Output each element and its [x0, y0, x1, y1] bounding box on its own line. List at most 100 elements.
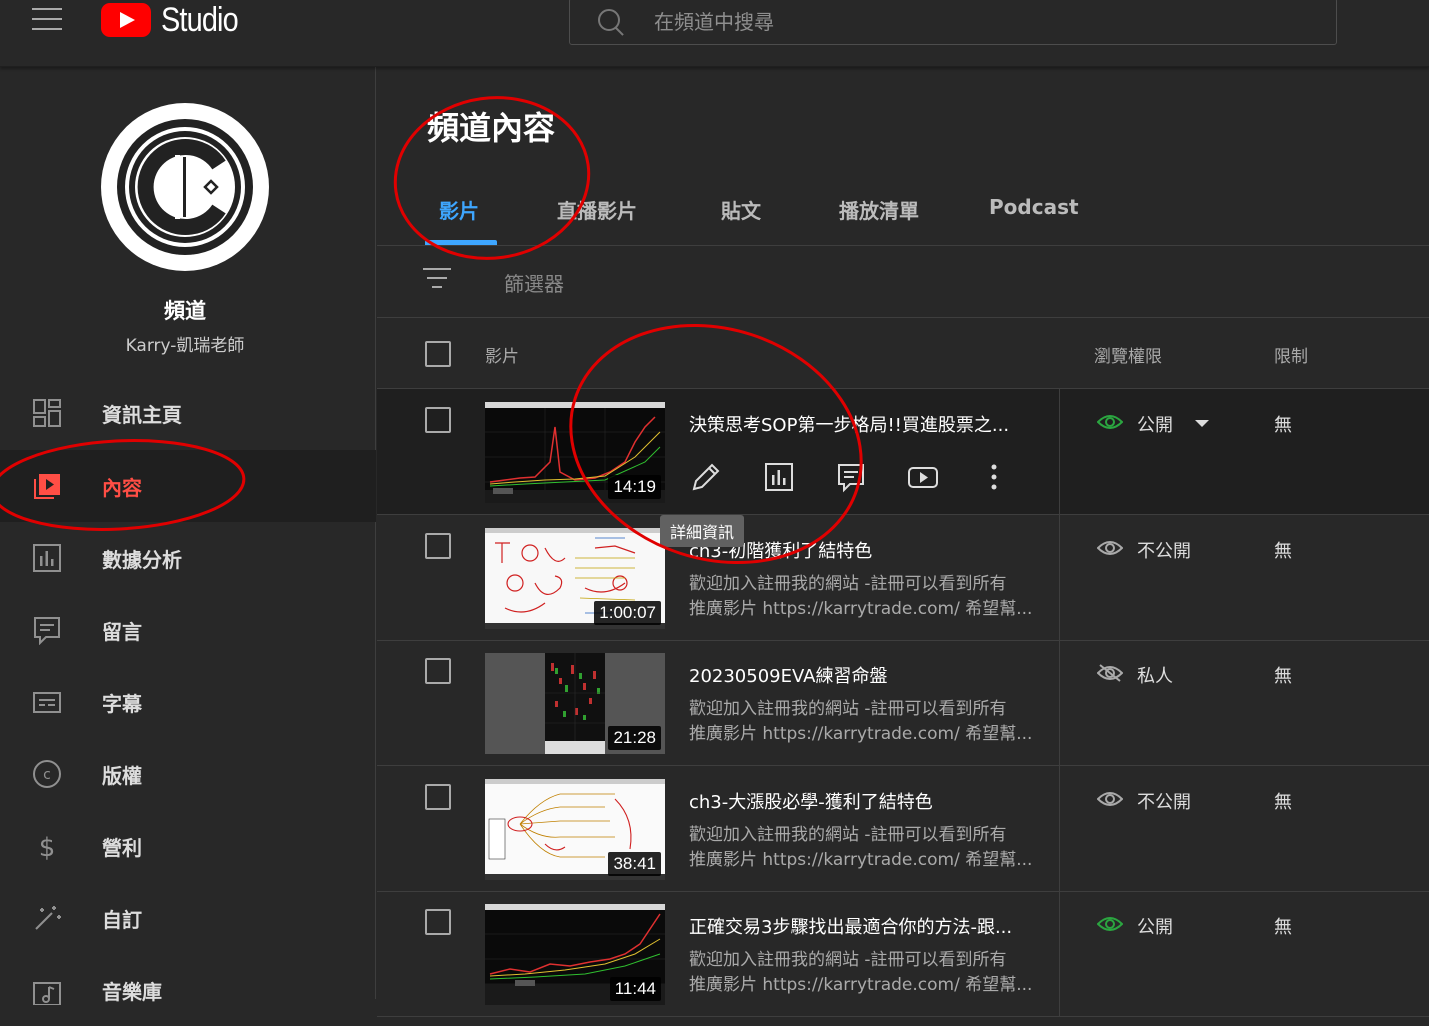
video-title[interactable]: ch3-大漲股必學-獲利了結特色 — [689, 788, 1034, 814]
unlisted-eye-icon — [1097, 541, 1123, 555]
search-input[interactable] — [654, 9, 1254, 34]
video-description-line2: 推廣影片 https://karrytrade.com/ 希望幫... — [689, 599, 1033, 619]
sidebar: 頻道 Karry-凱瑞老師 資訊主頁 內容 數據分析 留言 字幕 c 版權 $ … — [0, 67, 376, 1005]
select-all-checkbox[interactable] — [425, 341, 451, 367]
video-title[interactable]: 正確交易3步驟找出最適合你的方法-跟... — [689, 913, 1034, 939]
video-description-line2: 推廣影片 https://karrytrade.com/ 希望幫... — [689, 850, 1033, 870]
page-title: 頻道內容 — [427, 109, 556, 147]
visibility-status[interactable]: 公開 — [1137, 913, 1173, 939]
visibility-status[interactable]: 不公開 — [1137, 788, 1191, 814]
video-thumbnail[interactable]: 14:19 — [485, 402, 665, 503]
sidebar-item-subtitles[interactable]: 字幕 — [0, 666, 376, 738]
video-duration: 11:44 — [609, 977, 661, 1001]
table-row[interactable]: 14:19 決策思考SOP第一步格局!!買進股票之... 公開 無 — [377, 389, 1429, 515]
sidebar-item-label: 自訂 — [102, 907, 142, 932]
sidebar-item-copyright[interactable]: c 版權 — [0, 738, 376, 810]
sidebar-item-dashboard[interactable]: 資訊主頁 — [0, 377, 376, 449]
logo-text: Studio — [161, 0, 239, 39]
tab-podcast[interactable]: Podcast — [989, 195, 1079, 219]
table-header: 影片 瀏覽權限 限制 — [377, 318, 1429, 389]
video-description-line1: 歡迎加入註冊我的網站 -註冊可以看到所有 — [689, 699, 1007, 719]
column-divider — [1059, 640, 1060, 766]
menu-icon[interactable] — [32, 8, 62, 32]
channel-avatar[interactable] — [101, 103, 269, 271]
sidebar-item-analytics[interactable]: 數據分析 — [0, 522, 376, 594]
restriction-status: 無 — [1274, 917, 1292, 938]
sidebar-item-audio-library[interactable]: 音樂庫 — [0, 954, 376, 1026]
video-thumbnail[interactable]: 38:41 — [485, 779, 665, 880]
video-duration: 14:19 — [608, 475, 661, 499]
column-header-visibility[interactable]: 瀏覽權限 — [1094, 342, 1162, 367]
active-tab-indicator — [425, 240, 497, 245]
sidebar-item-monetization[interactable]: $ 營利 — [0, 810, 376, 882]
more-options-icon[interactable] — [977, 460, 1011, 494]
search-bar[interactable] — [569, 0, 1337, 45]
video-description-line2: 推廣影片 https://karrytrade.com/ 希望幫... — [689, 975, 1033, 995]
private-eye-off-icon — [1097, 664, 1123, 682]
video-title[interactable]: 20230509EVA練習命盤 — [689, 662, 1034, 688]
sidebar-item-label: 音樂庫 — [102, 979, 162, 1004]
sidebar-item-label: 內容 — [102, 475, 142, 500]
svg-text:c: c — [43, 767, 51, 783]
top-bar: Studio — [0, 0, 1429, 67]
comments-icon[interactable] — [834, 460, 868, 494]
tab-live[interactable]: 直播影片 — [557, 195, 637, 224]
row-checkbox[interactable] — [425, 407, 451, 433]
column-header-restrictions[interactable]: 限制 — [1274, 342, 1308, 367]
studio-logo[interactable]: Studio — [101, 0, 251, 39]
table-row[interactable]: 1:00:07 ch3-初階獲利了結特色 歡迎加入註冊我的網站 -註冊可以看到所… — [377, 515, 1429, 641]
row-checkbox[interactable] — [425, 533, 451, 559]
tab-videos[interactable]: 影片 — [439, 195, 479, 224]
video-description-line1: 歡迎加入註冊我的網站 -註冊可以看到所有 — [689, 950, 1007, 970]
analytics-icon[interactable] — [762, 460, 796, 494]
content-icon — [34, 474, 60, 499]
sidebar-item-comments[interactable]: 留言 — [0, 594, 376, 666]
table-row[interactable]: 11:44 正確交易3步驟找出最適合你的方法-跟... 歡迎加入註冊我的網站 -… — [377, 891, 1429, 1017]
visibility-status[interactable]: 公開 — [1137, 411, 1173, 437]
column-divider — [1059, 389, 1060, 515]
comments-icon — [34, 617, 60, 645]
visibility-status[interactable]: 不公開 — [1137, 537, 1191, 563]
sidebar-item-content[interactable]: 內容 — [0, 450, 376, 522]
sidebar-item-label: 留言 — [102, 619, 142, 644]
search-icon[interactable] — [596, 7, 626, 37]
dashboard-icon — [33, 399, 61, 427]
column-divider — [1059, 766, 1060, 892]
unlisted-eye-icon — [1097, 792, 1123, 806]
youtube-view-icon[interactable] — [906, 460, 940, 494]
tab-playlists[interactable]: 播放清單 — [839, 195, 919, 224]
visibility-dropdown-icon[interactable] — [1195, 420, 1209, 427]
public-eye-icon — [1097, 415, 1123, 429]
restriction-status: 無 — [1274, 415, 1292, 436]
video-thumbnail[interactable]: 21:28 — [485, 653, 665, 754]
restriction-status: 無 — [1274, 792, 1292, 813]
sidebar-item-label: 資訊主頁 — [102, 402, 182, 427]
video-description-line1: 歡迎加入註冊我的網站 -註冊可以看到所有 — [689, 825, 1007, 845]
video-duration: 21:28 — [608, 726, 661, 750]
monetization-icon: $ — [39, 833, 56, 861]
channel-label: 頻道 — [164, 299, 206, 323]
visibility-status[interactable]: 私人 — [1137, 662, 1173, 688]
table-row[interactable]: 21:28 20230509EVA練習命盤 歡迎加入註冊我的網站 -註冊可以看到… — [377, 640, 1429, 766]
restriction-status: 無 — [1274, 541, 1292, 562]
table-row[interactable]: 38:41 ch3-大漲股必學-獲利了結特色 歡迎加入註冊我的網站 -註冊可以看… — [377, 766, 1429, 892]
customize-icon — [35, 906, 61, 930]
sidebar-item-customize[interactable]: 自訂 — [0, 882, 376, 954]
video-thumbnail[interactable]: 11:44 — [485, 904, 665, 1005]
video-thumbnail[interactable]: 1:00:07 — [485, 528, 665, 629]
row-checkbox[interactable] — [425, 909, 451, 935]
edit-icon[interactable] — [689, 460, 723, 494]
analytics-icon — [33, 544, 61, 572]
filter-label[interactable]: 篩選器 — [504, 268, 564, 297]
filter-bar[interactable]: 篩選器 — [377, 246, 1429, 318]
tab-posts[interactable]: 貼文 — [721, 195, 761, 224]
audio-library-icon — [33, 982, 61, 1005]
video-title[interactable]: 決策思考SOP第一步格局!!買進股票之... — [689, 411, 1034, 437]
filter-icon[interactable] — [423, 268, 451, 296]
row-checkbox[interactable] — [425, 658, 451, 684]
column-divider — [1059, 515, 1060, 641]
sidebar-item-label: 字幕 — [102, 691, 142, 716]
youtube-play-icon — [101, 3, 151, 37]
row-checkbox[interactable] — [425, 784, 451, 810]
video-duration: 38:41 — [608, 852, 661, 876]
